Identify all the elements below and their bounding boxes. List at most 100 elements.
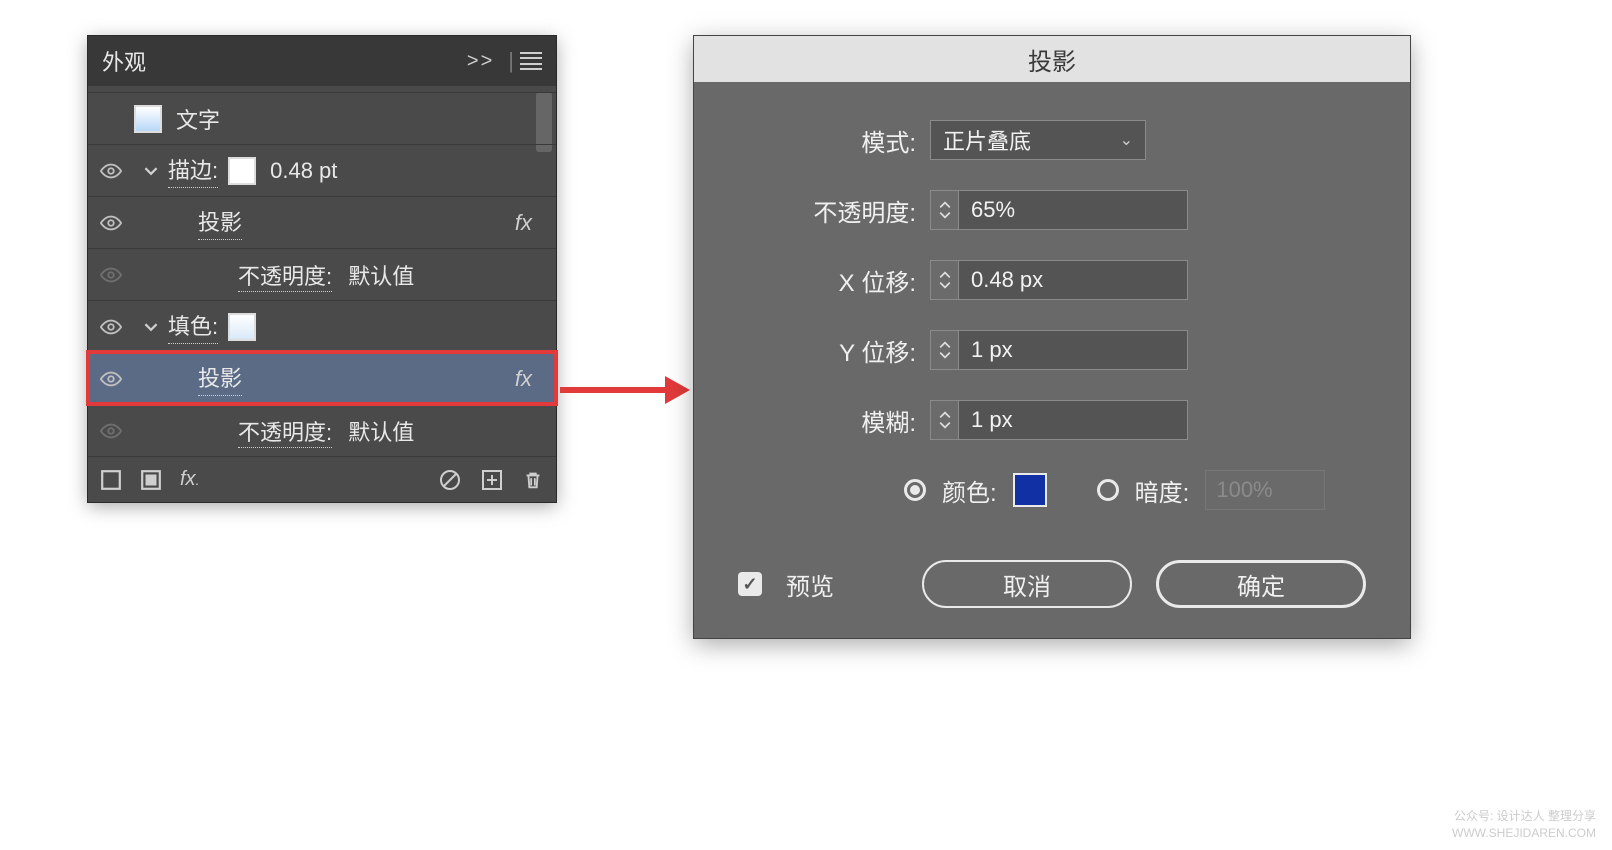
fx-icon[interactable]: fx: [515, 366, 536, 392]
chevron-down-icon: ⌄: [1120, 130, 1133, 150]
chevron-down-icon: [939, 351, 951, 359]
preview-checkbox[interactable]: ✓: [738, 572, 762, 596]
fill-color-swatch[interactable]: [228, 313, 256, 341]
no-fill-icon[interactable]: [100, 469, 122, 491]
visibility-toggle-disabled: [88, 264, 134, 286]
chevron-up-icon: [939, 341, 951, 349]
eye-icon: [100, 160, 122, 182]
opacity-label: 不透明度:: [738, 193, 916, 228]
field-x-offset: X 位移: 0.48 px: [738, 260, 1366, 300]
y-offset-stepper[interactable]: [930, 330, 958, 370]
expand-toggle[interactable]: [134, 164, 168, 178]
appearance-row-stroke[interactable]: 描边: 0.48 pt: [88, 144, 556, 196]
opacity-label[interactable]: 不透明度:: [238, 264, 332, 292]
eye-icon: [100, 420, 122, 442]
panel-footer: fx.: [88, 456, 556, 502]
filled-square-icon[interactable]: [140, 469, 162, 491]
darkness-label: 暗度:: [1135, 473, 1190, 508]
chevron-down-icon: [144, 320, 158, 334]
x-offset-label: X 位移:: [738, 263, 916, 298]
opacity-label[interactable]: 不透明度:: [238, 420, 332, 448]
fx-icon[interactable]: fx: [515, 210, 536, 236]
opacity-value: 默认值: [348, 264, 414, 289]
opacity-stepper[interactable]: [930, 190, 958, 230]
darkness-radio[interactable]: [1097, 479, 1119, 501]
clear-appearance-icon[interactable]: [438, 468, 462, 492]
appearance-row-fill-shadow[interactable]: 投影 fx: [88, 352, 556, 404]
dialog-title: 投影: [694, 36, 1410, 82]
field-blur: 模糊: 1 px: [738, 400, 1366, 440]
annotation-arrow-icon: [560, 370, 690, 410]
field-y-offset: Y 位移: 1 px: [738, 330, 1366, 370]
y-offset-input[interactable]: 1 px: [958, 330, 1188, 370]
fill-label[interactable]: 填色:: [168, 309, 218, 344]
eye-icon: [100, 212, 122, 234]
dialog-body: 模式: 正片叠底 ⌄ 不透明度: 65% X 位移: 0.48 px: [694, 82, 1410, 638]
eye-icon: [100, 264, 122, 286]
appearance-row-fill[interactable]: 填色:: [88, 300, 556, 352]
chevron-down-icon: [144, 164, 158, 178]
blur-label: 模糊:: [738, 403, 916, 438]
watermark: 公众号: 设计达人 整理分享 WWW.SHEJIDAREN.COM: [1452, 808, 1596, 842]
opacity-composite: 不透明度: 默认值: [238, 415, 414, 447]
drop-shadow-dialog: 投影 模式: 正片叠底 ⌄ 不透明度: 65% X 位移:: [694, 36, 1410, 638]
visibility-toggle-disabled: [88, 420, 134, 442]
visibility-toggle[interactable]: [88, 160, 134, 182]
cancel-button[interactable]: 取消: [922, 560, 1132, 608]
chevron-down-icon: [939, 211, 951, 219]
y-offset-label: Y 位移:: [738, 333, 916, 368]
visibility-toggle[interactable]: [88, 316, 134, 338]
stroke-value[interactable]: 0.48 pt: [270, 158, 337, 184]
opacity-input[interactable]: 65%: [958, 190, 1188, 230]
panel-title: 外观: [102, 45, 467, 77]
stroke-label[interactable]: 描边:: [168, 153, 218, 188]
fx-add-label[interactable]: fx.: [180, 468, 199, 491]
opacity-composite: 不透明度: 默认值: [238, 259, 414, 291]
panel-body: 文字 描边: 0.48 pt 投影 fx: [88, 86, 556, 456]
collapse-chevrons-icon[interactable]: >>: [467, 50, 494, 73]
chevron-up-icon: [939, 201, 951, 209]
chevron-up-icon: [939, 271, 951, 279]
stroke-color-swatch[interactable]: [228, 157, 256, 185]
color-darkness-row: 颜色: 暗度: 100%: [738, 470, 1366, 510]
mode-select[interactable]: 正片叠底 ⌄: [930, 120, 1146, 160]
mode-label: 模式:: [738, 123, 916, 158]
shadow-label: 投影: [198, 205, 242, 240]
appearance-row-stroke-opacity[interactable]: 不透明度: 默认值: [88, 248, 556, 300]
new-item-icon[interactable]: [480, 468, 504, 492]
panel-menu-icon[interactable]: [520, 52, 542, 70]
color-radio[interactable]: [904, 479, 926, 501]
ok-button[interactable]: 确定: [1156, 560, 1366, 608]
eye-icon: [100, 316, 122, 338]
visibility-toggle[interactable]: [88, 212, 134, 234]
field-mode: 模式: 正片叠底 ⌄: [738, 120, 1366, 160]
field-opacity: 不透明度: 65%: [738, 190, 1366, 230]
preview-label: 预览: [786, 567, 834, 602]
darkness-input: 100%: [1205, 470, 1325, 510]
chevron-down-icon: [939, 281, 951, 289]
expand-toggle[interactable]: [134, 320, 168, 334]
visibility-toggle[interactable]: [88, 368, 134, 390]
blur-stepper[interactable]: [930, 400, 958, 440]
color-swatch[interactable]: [1013, 473, 1047, 507]
color-label: 颜色:: [942, 473, 997, 508]
header-divider: |: [508, 48, 514, 74]
appearance-row-fill-opacity[interactable]: 不透明度: 默认值: [88, 404, 556, 456]
appearance-panel: 外观 >> | 文字 描边: 0.48 pt: [88, 36, 556, 502]
dialog-buttons: ✓ 预览 取消 确定: [738, 550, 1366, 608]
chevron-down-icon: [939, 421, 951, 429]
mode-value: 正片叠底: [943, 124, 1031, 156]
text-label: 文字: [176, 103, 220, 135]
x-offset-input[interactable]: 0.48 px: [958, 260, 1188, 300]
opacity-value: 默认值: [348, 420, 414, 445]
appearance-row-text[interactable]: 文字: [88, 92, 556, 144]
panel-header[interactable]: 外观 >> |: [88, 36, 556, 86]
trash-icon[interactable]: [522, 468, 544, 492]
text-swatch[interactable]: [134, 105, 162, 133]
appearance-row-stroke-shadow[interactable]: 投影 fx: [88, 196, 556, 248]
blur-input[interactable]: 1 px: [958, 400, 1188, 440]
x-offset-stepper[interactable]: [930, 260, 958, 300]
shadow-label: 投影: [198, 361, 242, 396]
chevron-up-icon: [939, 411, 951, 419]
eye-icon: [100, 368, 122, 390]
